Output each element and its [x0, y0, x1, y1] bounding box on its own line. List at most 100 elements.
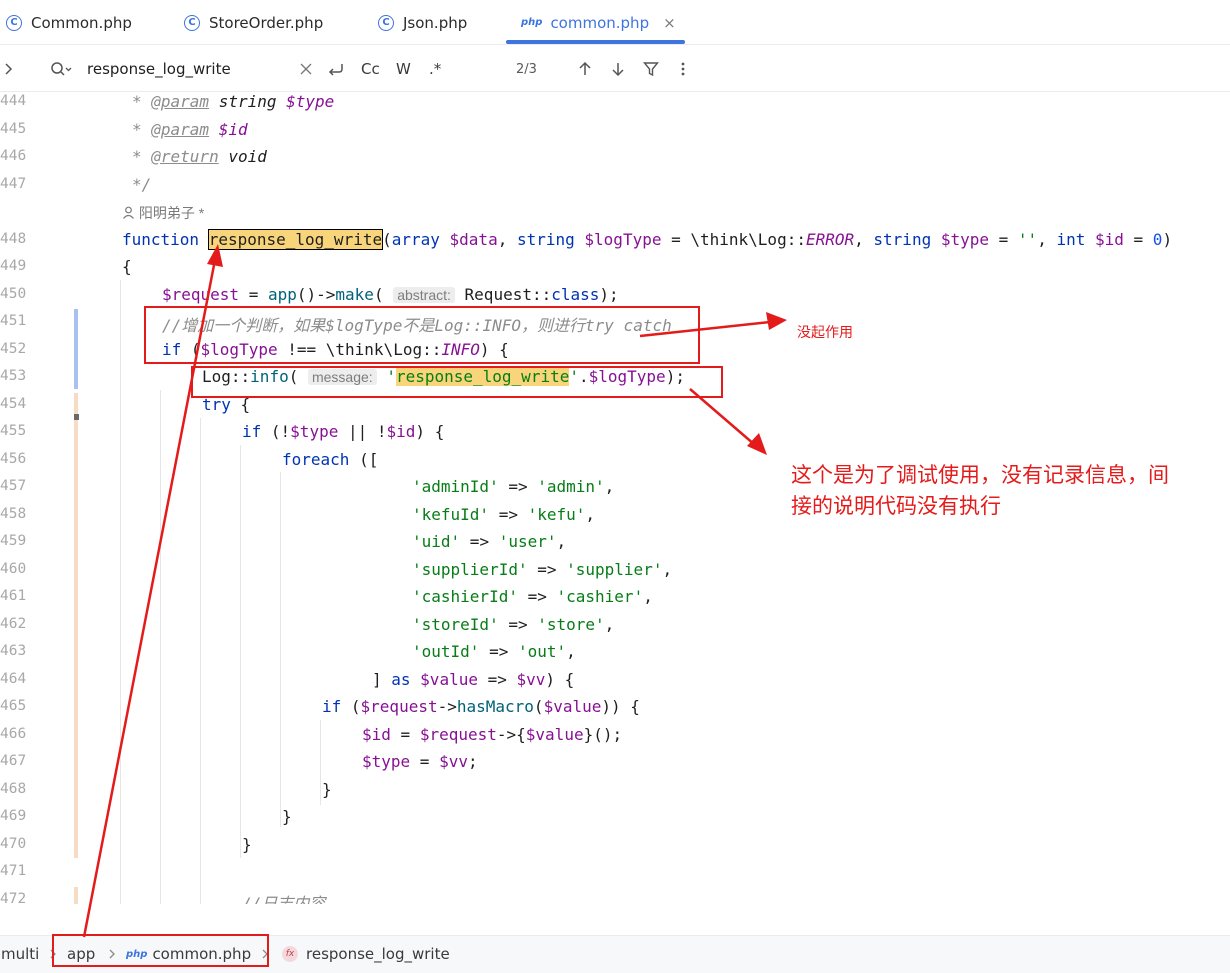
indent-guide: [320, 720, 321, 805]
words-button[interactable]: W: [396, 46, 411, 92]
previous-occurrence-icon[interactable]: [578, 46, 592, 92]
expand-replace-icon[interactable]: [4, 46, 14, 92]
indent-guide: [120, 280, 121, 904]
line-number: 451: [0, 313, 27, 329]
line-number: 459: [0, 533, 27, 549]
next-occurrence-icon[interactable]: [611, 46, 625, 92]
code-line: ] as $value => $vv) {: [372, 670, 575, 689]
tab-label: Json.php: [403, 13, 468, 32]
line-number: 460: [0, 561, 27, 577]
code-line: {: [122, 257, 132, 276]
code-line: 'outId' => 'out',: [412, 642, 576, 661]
line-number: 471: [0, 863, 27, 879]
code-line: 'adminId' => 'admin',: [412, 477, 615, 496]
code-line: }: [322, 780, 332, 799]
line-number: 457: [0, 478, 27, 494]
tab-common-php[interactable]: php common.php ×: [521, 0, 676, 45]
tab-common-class[interactable]: C Common.php: [6, 0, 132, 45]
tab-label: StoreOrder.php: [209, 13, 324, 32]
filter-icon[interactable]: [643, 46, 659, 92]
tab-label: Common.php: [31, 13, 132, 32]
annotation-debug-note-line1: 这个是为了调试使用，没有记录信息，间: [791, 463, 1169, 487]
more-options-icon[interactable]: [680, 46, 686, 92]
editor-tabs: C Common.php C StoreOrder.php C Json.php…: [0, 0, 1230, 45]
code-line: $id = $request->{$value}();: [362, 725, 623, 744]
code-line: * @param string $type: [132, 92, 335, 111]
line-number: 445: [0, 121, 27, 137]
php-file-icon: php: [521, 17, 543, 28]
line-number: 448: [0, 231, 27, 247]
find-bar: response_log_write Cc W .* 2/3: [0, 46, 1230, 92]
line-number: 447: [0, 176, 27, 192]
code-line: //日志内容: [242, 894, 326, 904]
function-icon: fx: [282, 946, 298, 962]
tab-label: common.php: [550, 13, 650, 32]
line-number: 470: [0, 836, 27, 852]
annotation-box-condition: [144, 306, 700, 364]
indent-guide: [200, 418, 201, 904]
line-number: 464: [0, 671, 27, 687]
line-number: 455: [0, 423, 27, 439]
newline-icon[interactable]: [327, 46, 345, 92]
search-history-icon[interactable]: [50, 46, 72, 92]
code-line: if (!$type || !$id) {: [242, 422, 445, 441]
class-c-icon: C: [378, 14, 394, 31]
annotation-box-log-info: [191, 366, 723, 398]
clear-icon[interactable]: [300, 46, 312, 92]
line-number: 444: [0, 93, 27, 109]
code-line: 'uid' => 'user',: [412, 532, 567, 551]
vcs-change-marker[interactable]: [74, 393, 78, 858]
person-icon: [123, 206, 134, 219]
breadcrumb-function-label: response_log_write: [306, 945, 450, 963]
line-number: 462: [0, 616, 27, 632]
vcs-change-marker[interactable]: [74, 309, 78, 389]
code-line: if ($request->hasMacro($value)) {: [322, 697, 640, 716]
code-line: 'supplierId' => 'supplier',: [412, 560, 673, 579]
match-case-button[interactable]: Cc: [361, 46, 380, 92]
author-name: 阳明弟子 *: [138, 205, 205, 221]
line-number: 456: [0, 451, 27, 467]
code-line: * @param $id: [132, 120, 248, 139]
annotation-debug-note-line2: 接的说明代码没有执行: [791, 494, 1001, 518]
line-number: 465: [0, 698, 27, 714]
line-number: 458: [0, 506, 27, 522]
line-number: 472: [0, 891, 27, 904]
code-line: 'storeId' => 'store',: [412, 615, 615, 634]
code-vision-author[interactable]: 阳明弟子 *: [122, 203, 204, 223]
class-c-icon: C: [184, 14, 200, 31]
active-tab-indicator: [506, 40, 685, 44]
code-line: 'kefuId' => 'kefu',: [412, 505, 596, 524]
code-line: function response_log_write(array $data,…: [122, 229, 1173, 250]
line-number: 466: [0, 726, 27, 742]
indent-guide: [160, 390, 161, 904]
line-number: 452: [0, 341, 27, 357]
line-number: 449: [0, 258, 27, 274]
breadcrumb-function[interactable]: fx response_log_write: [282, 936, 450, 972]
code-line: }: [242, 835, 252, 854]
code-line: }: [282, 807, 292, 826]
line-number: 453: [0, 368, 27, 384]
line-number: 461: [0, 588, 27, 604]
match-counter: 2/3: [516, 61, 537, 77]
line-number: 468: [0, 781, 27, 797]
code-line: $request = app()->make( abstract: Reques…: [162, 285, 619, 304]
indent-guide: [280, 472, 281, 827]
close-icon[interactable]: ×: [663, 14, 676, 32]
regex-button[interactable]: .*: [429, 46, 441, 92]
code-editor[interactable]: 444 445 446 447 448 449 450 451 452 453 …: [0, 92, 1230, 904]
vcs-change-marker[interactable]: [74, 887, 78, 904]
code-line: foreach ([: [282, 450, 379, 469]
search-match-current: response_log_write: [207, 229, 384, 250]
tab-storeorder[interactable]: C StoreOrder.php: [184, 0, 323, 45]
search-input[interactable]: response_log_write: [87, 46, 231, 92]
tab-json[interactable]: C Json.php: [378, 0, 467, 45]
parameter-hint: abstract:: [393, 287, 455, 303]
code-line: 'cashierId' => 'cashier',: [412, 587, 653, 606]
annotation-box-breadcrumb: [52, 934, 269, 967]
line-number: 469: [0, 808, 27, 824]
line-number: 463: [0, 643, 27, 659]
fold-marker-icon[interactable]: [74, 414, 79, 420]
code-line: * @return void: [132, 147, 267, 166]
class-c-icon: C: [6, 14, 22, 31]
breadcrumb-root[interactable]: multi: [1, 936, 39, 972]
